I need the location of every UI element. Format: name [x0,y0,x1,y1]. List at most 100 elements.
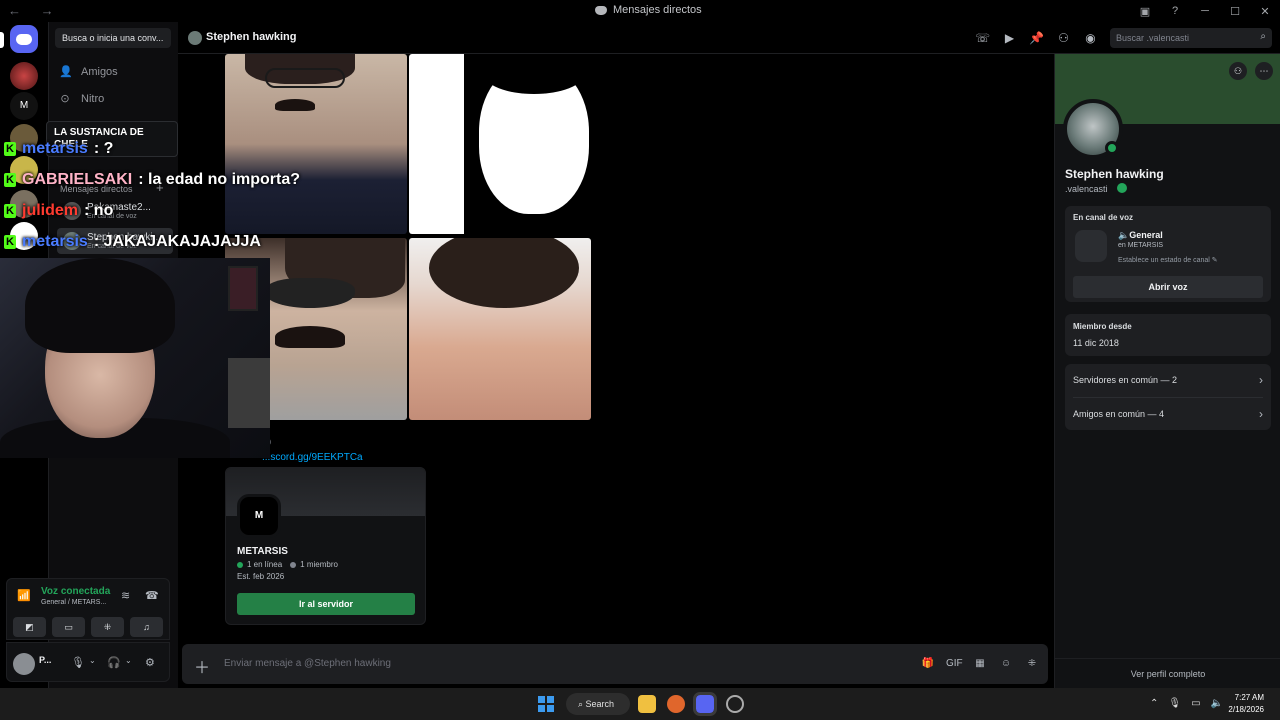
user-profile-icon[interactable]: ◉ [1082,30,1099,46]
gift-icon[interactable]: 🎁 [920,656,936,672]
windows-start-icon[interactable] [538,696,554,712]
find-conversation-button[interactable]: Busca o inicia una conv... [55,28,171,48]
sticker-icon[interactable]: ▦ [972,656,988,672]
join-server-button[interactable]: Ir al servidor [237,593,415,615]
chevron-down-icon[interactable]: ⌄ [125,656,132,665]
voice-call-icon[interactable]: ☏ [974,30,991,46]
camera-off-icon[interactable]: ◩ [13,617,46,637]
clock[interactable]: 7:27 AM 2/18/2026 [1228,692,1264,716]
signal-icon[interactable]: 📶 [17,589,31,602]
chevron-down-icon[interactable]: ⌄ [89,656,96,665]
invite-link[interactable]: ...scord.gg/9EEKPTCa [262,452,363,463]
open-voice-button[interactable]: Abrir voz [1073,276,1263,298]
system-tray: ⌃ 🎙 ▭ 🔈 [1150,698,1223,709]
user-bar: P... 🎙 ⌄ 🎧 ⌄ ⚙ [6,642,170,682]
member-count: 1 miembro [300,560,338,569]
minimize-button[interactable]: ─ [1190,5,1220,17]
photo-shape [265,278,355,308]
disconnect-icon[interactable]: ☎ [145,589,159,602]
voice-connection-panel: 📶 Voz conectada General / METARS... ≋ ☎ … [6,578,170,640]
video-call-icon[interactable]: ▶ [1001,30,1018,46]
start-tile [538,696,545,703]
server-icon-metarsis[interactable]: M [10,92,38,120]
noise-suppression-icon[interactable]: ≋ [121,589,130,602]
title-bar: ← → Mensajes directos ▣ ? ─ ☐ ✕ [0,0,1280,22]
voice-status: Voz conectada [41,586,111,597]
webcam-shape [228,266,258,311]
server-icon-1[interactable] [10,62,38,90]
tray-volume-icon[interactable]: 🔈 [1211,698,1223,709]
nav-nitro[interactable]: ⊙ Nitro [59,93,104,105]
online-count: 1 en línea [247,560,283,569]
add-friends-icon[interactable]: ⚇ [1055,30,1072,46]
avatar[interactable] [13,653,35,675]
chat-header-name: Stephen hawking [206,31,297,43]
search-input[interactable]: Buscar .valencasti ⌕ [1110,28,1272,48]
inbox-icon[interactable]: ▣ [1130,5,1160,18]
photo-shape [265,68,345,88]
app-taskbar-icon[interactable] [726,695,744,713]
voice-location[interactable]: General / METARS... [41,599,106,606]
view-full-profile-link[interactable]: Ver perfil completo [1055,658,1280,688]
user-name: P... [39,655,52,665]
overlay-chat-line: K julidem : no [4,202,113,220]
mutual-servers-row[interactable]: Servidores en común — 2 › [1073,364,1263,396]
voice-channel-card: En canal de voz 🔈General en METARSIS Est… [1065,206,1271,302]
composer-actions: 🎁 GIF ▦ ☺ ⁜ [920,656,1040,672]
discord-taskbar-icon[interactable] [693,692,717,716]
home-button[interactable] [10,25,38,53]
tray-mic-icon[interactable]: 🎙 [1168,698,1181,709]
firefox-icon[interactable] [667,695,685,713]
kick-icon: K [4,204,16,218]
gif-icon[interactable]: GIF [946,656,963,672]
photo-attachment[interactable] [225,54,407,234]
add-attachment-icon[interactable]: ＋ [194,654,210,678]
photo-attachment[interactable] [409,238,591,420]
kick-icon: K [4,142,16,156]
help-icon[interactable]: ? [1160,5,1190,17]
server-invite-card: M METARSIS 1 en línea 1 miembro Est. feb… [225,467,426,625]
clock-date: 2/18/2026 [1228,705,1264,714]
chat-area: 20 ...scord.gg/9EEKPTCa M METARSIS 1 en … [178,54,1054,688]
set-channel-status[interactable]: Establece un estado de canal ✎ [1118,256,1218,264]
taskbar-search[interactable]: ⌕ Search [566,693,630,715]
nav-friends-label: Amigos [81,66,118,78]
chevron-right-icon: › [1259,407,1263,421]
message-composer[interactable]: ＋ Enviar mensaje a @Stephen hawking 🎁 GI… [182,644,1048,684]
close-button[interactable]: ✕ [1250,5,1280,18]
maximize-button[interactable]: ☐ [1220,5,1250,18]
microphone-icon[interactable]: 🎙 [71,656,85,669]
member-since-card: Miembro desde 11 dic 2018 [1065,314,1271,356]
webcam-overlay [0,258,270,458]
headphones-icon[interactable]: 🎧 [107,656,121,669]
pin-icon[interactable]: 📌 [1028,30,1045,46]
screen-share-icon[interactable]: ▭ [52,617,85,637]
voice-card-label: En canal de voz [1073,213,1134,222]
online-dot-icon [237,561,243,568]
tray-chevron-icon[interactable]: ⌃ [1150,698,1158,709]
overlay-chat-text: : JAKAJAKAJAJAJJA [93,233,261,250]
nitro-icon: ⊙ [60,93,70,105]
window-title-text: Mensajes directos [613,4,702,16]
mutual-friends-label: Amigos en común — 4 [1073,409,1165,419]
add-friend-icon[interactable]: ⚇ [1229,62,1247,80]
taskbar-search-label: Search [585,699,615,709]
file-explorer-icon[interactable] [638,695,656,713]
more-options-icon[interactable]: ⋯ [1255,62,1273,80]
tray-network-icon[interactable]: ▭ [1191,698,1200,709]
activities-icon[interactable]: ⁜ [91,617,124,637]
settings-gear-icon[interactable]: ⚙ [145,656,155,669]
emoji-icon[interactable]: ☺ [998,656,1014,672]
selected-pill [0,32,4,48]
nav-friends[interactable]: 👤 Amigos [59,66,118,78]
overlay-chat-text: : ? [93,140,114,157]
back-forward-nav[interactable]: ← → [8,3,62,18]
mutual-friends-row[interactable]: Amigos en común — 4 › [1073,398,1263,430]
apps-icon[interactable]: ⁜ [1024,656,1040,672]
soundboard-icon[interactable]: ♫ [130,617,163,637]
invite-stats: 1 en línea 1 miembro [237,560,338,569]
photo-attachment[interactable] [409,54,591,234]
overlay-chat-user: metarsis [22,140,88,157]
overlay-chat-user: GABRIELSAKI [22,171,133,188]
overlay-chat-user: metarsis [22,233,88,250]
